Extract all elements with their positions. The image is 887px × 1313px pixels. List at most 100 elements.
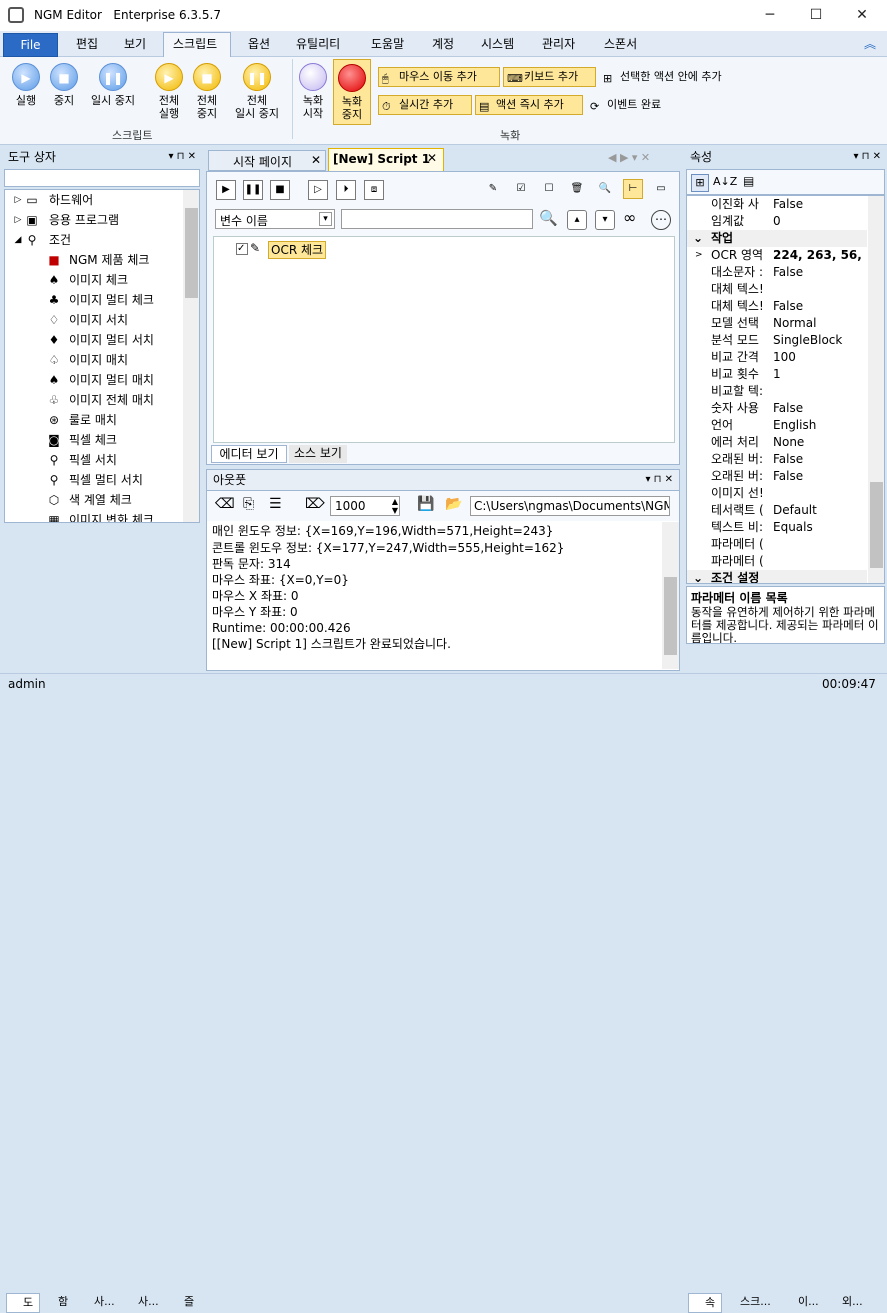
stop-button[interactable]: ■ 중지 [46, 63, 82, 107]
tab-images[interactable]: 이... [782, 1293, 824, 1313]
run-button[interactable]: ▶ 실행 [8, 63, 44, 107]
add-realtime-button[interactable]: ⏱ 실시간 추가 [378, 95, 472, 115]
toolbox-item[interactable]: ♣ 이미지 멀티 체크 [5, 290, 183, 310]
more-icon[interactable]: ⋯ [651, 210, 671, 230]
close-tab-icon[interactable]: ✕ [427, 151, 437, 165]
add-into-selected-button[interactable]: ⊞ 선택한 액션 안에 추가 [599, 67, 749, 87]
node-checkbox[interactable]: ✓ [236, 243, 248, 255]
property-value[interactable]: False [771, 264, 867, 281]
stop-all-button[interactable]: ■ 전체 중지 [188, 63, 226, 120]
tab-start-page[interactable]: 시작 페이지 ✕ [208, 150, 326, 171]
variable-search-input[interactable] [341, 209, 533, 229]
run-all-button[interactable]: ▶ 전체 실행 [150, 63, 188, 120]
toolbox-item[interactable]: ♠ 이미지 체크 [5, 270, 183, 290]
stepper-arrows-icon[interactable]: ▲ ▼ [392, 497, 398, 515]
tab-toolbox[interactable]: 도 [6, 1293, 40, 1313]
toolbox-scroll-thumb[interactable] [185, 208, 198, 298]
property-category[interactable]: ⌄ 작업 [687, 230, 867, 247]
eraser-icon[interactable]: ⌦ [305, 496, 325, 512]
tab-sponsor[interactable]: 스폰서 [604, 35, 637, 52]
property-value[interactable]: Normal [771, 315, 867, 332]
collapsed-arrow-icon[interactable]: ▷ [11, 213, 25, 227]
toolbox-item[interactable]: ▷ ▭ 하드웨어 [5, 190, 183, 210]
property-row[interactable]: 모델 선택 Normal [687, 315, 867, 332]
pause-script-icon[interactable]: ❚❚ [243, 180, 263, 200]
close-tab-icon[interactable]: ✕ [311, 153, 321, 167]
tab-scroll-arrows[interactable]: ◀ ▶ ▾ ✕ [608, 151, 650, 164]
tab-system[interactable]: 시스템 [481, 35, 514, 52]
property-value[interactable]: None [771, 434, 867, 451]
toolbox-item[interactable]: ♢ 이미지 서치 [5, 310, 183, 330]
expand-property-icon[interactable]: > [695, 247, 703, 264]
toolbox-scrollbar[interactable] [183, 190, 199, 522]
tab-script[interactable]: 스크립트 [173, 35, 217, 52]
property-row[interactable]: 언어 English [687, 417, 867, 434]
toolbox-item[interactable]: ♦ 이미지 멀티 서치 [5, 330, 183, 350]
output-pin-icons[interactable]: ▾ ⊓ ✕ [645, 470, 673, 490]
search-icon[interactable]: 🔍 [595, 180, 615, 200]
property-row[interactable]: 비교 간격 100 [687, 349, 867, 366]
property-row[interactable]: 대체 텍스! False [687, 298, 867, 315]
property-value[interactable]: Default [771, 502, 867, 519]
property-row[interactable]: 비교 횟수 1 [687, 366, 867, 383]
toolbox-item[interactable]: ♤ 이미지 매치 [5, 350, 183, 370]
edit-icon[interactable]: ✎ [483, 180, 503, 200]
tab-edit[interactable]: 편집 [76, 35, 98, 52]
property-row[interactable]: 이진화 사 False [687, 196, 867, 213]
property-row[interactable]: 임계값 0 [687, 213, 867, 230]
tab-view[interactable]: 보기 [124, 35, 146, 52]
tab-help[interactable]: 도움말 [371, 35, 404, 52]
variable-dropdown[interactable]: 변수 이름 ▾ [215, 209, 335, 229]
move-down-icon[interactable]: ▾ [595, 210, 615, 230]
record-stop-button[interactable]: 녹화 중지 [333, 59, 371, 125]
collapsed-arrow-icon[interactable]: ▷ [11, 193, 25, 207]
property-row[interactable]: 이미지 선! [687, 485, 867, 502]
tree-view-icon[interactable]: ⊢ [623, 179, 643, 199]
toolbox-item[interactable]: ⬡ 색 계열 체크 [5, 490, 183, 510]
tab-utility[interactable]: 유틸리티 [296, 35, 340, 52]
toolbox-item[interactable]: ♠ 이미지 멀티 매치 [5, 370, 183, 390]
pause-button[interactable]: ❚❚ 일시 중지 [84, 63, 142, 107]
maximize-button[interactable]: ☐ [793, 0, 839, 31]
property-row[interactable]: 숫자 사용 False [687, 400, 867, 417]
expanded-arrow-icon[interactable]: ◢ [11, 233, 25, 247]
toolbox-item[interactable]: ⊛ 룰로 매치 [5, 410, 183, 430]
pause-all-button[interactable]: ❚❚ 전체 일시 중지 [228, 63, 286, 120]
properties-scrollbar[interactable] [868, 196, 884, 583]
add-action-now-button[interactable]: ▤ 액션 즉시 추가 [475, 95, 583, 115]
minimize-button[interactable]: ─ [747, 0, 793, 31]
property-row[interactable]: 대소문자 : False [687, 264, 867, 281]
collapse-ribbon-icon[interactable]: ︽ [864, 35, 876, 52]
tab-account[interactable]: 계정 [432, 35, 454, 52]
stop-script-icon[interactable]: ■ [270, 180, 290, 200]
property-row[interactable]: 파라메터 ( [687, 536, 867, 553]
delete-icon[interactable]: 🗑 [567, 180, 587, 200]
toolbox-item[interactable]: ⚲ 픽셀 서치 [5, 450, 183, 470]
toolbox-item[interactable]: ▷ ▣ 응용 프로그램 [5, 210, 183, 230]
record-start-button[interactable]: 녹화 시작 [296, 63, 330, 120]
tab-functions[interactable]: 함 [42, 1293, 76, 1313]
loop-icon[interactable]: ∞ [623, 208, 636, 227]
properties-pin-icons[interactable]: ▾ ⊓ ✕ [853, 147, 881, 167]
tab-source-view[interactable]: 소스 보기 [289, 445, 347, 463]
tab-admin[interactable]: 관리자 [542, 35, 575, 52]
toolbox-item[interactable]: ▦ 이미지 변화 체크 [5, 510, 183, 522]
file-menu-button[interactable]: File [3, 33, 58, 57]
property-value[interactable]: 100 [771, 349, 867, 366]
run-selected-icon[interactable]: ⧈ [364, 180, 384, 200]
property-pages-icon[interactable]: ▤ [743, 174, 754, 188]
categorized-icon[interactable]: ⊞ [691, 174, 709, 192]
category-collapse-icon[interactable]: ⌄ [693, 230, 703, 247]
property-row[interactable]: 오래된 버: False [687, 451, 867, 468]
output-scroll-thumb[interactable] [664, 577, 677, 655]
toolbox-item[interactable]: ♧ 이미지 전체 매치 [5, 390, 183, 410]
output-scrollbar[interactable] [662, 522, 679, 669]
folder-icon[interactable]: 📂 [445, 496, 462, 512]
check-outline-icon[interactable]: ☐ [539, 180, 559, 200]
property-value[interactable]: False [771, 468, 867, 485]
property-row[interactable]: 파라메터 ( [687, 553, 867, 570]
check-icon[interactable]: ☑ [511, 180, 531, 200]
close-window-button[interactable]: ✕ [839, 0, 885, 31]
script-node-ocr[interactable]: ✓ ✎ OCR 체크 [236, 241, 356, 259]
tab-scripts[interactable]: 스크... [724, 1293, 780, 1313]
